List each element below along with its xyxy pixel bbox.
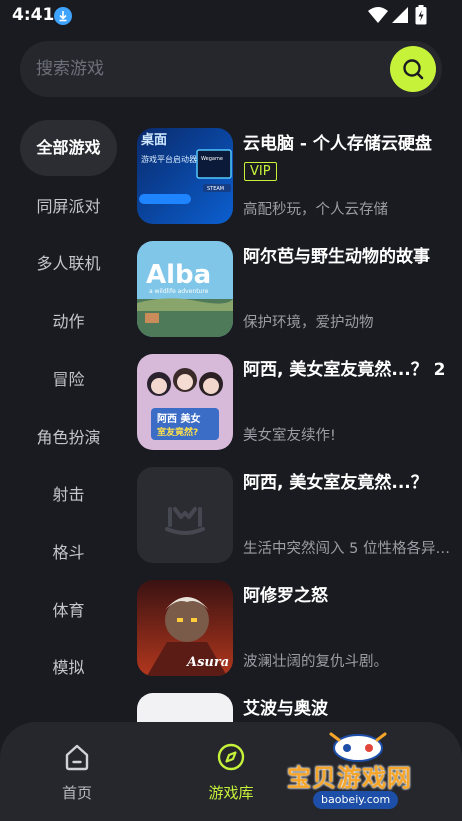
battery-icon — [415, 5, 427, 25]
compass-icon — [217, 743, 245, 771]
category-shooter[interactable]: 射击 — [20, 467, 117, 523]
game-desc: 生活中突然闯入 5 位性格各异的美女室友 — [243, 541, 451, 557]
game-list: 桌面 游戏平台启动器 Wegame STEAM 云电脑 - 个人存储云硬盘 VI… — [136, 128, 462, 728]
game-title: 阿尔芭与野生动物的故事 — [243, 247, 430, 267]
thumb-sub: 游戏平台启动器 — [141, 154, 197, 164]
game-title: 艾波与奥波 — [243, 699, 328, 719]
category-sports[interactable]: 体育 — [20, 583, 117, 639]
download-icon — [54, 7, 72, 25]
watermark-logo: 宝贝游戏网 baobeiy.com — [283, 728, 433, 813]
game-thumbnail: Alba a wildlife adventure — [137, 241, 233, 337]
home-icon — [65, 744, 89, 771]
category-rpg[interactable]: 角色扮演 — [20, 410, 117, 466]
search-button[interactable] — [390, 46, 436, 92]
thumb-steam: STEAM — [207, 186, 224, 192]
signal-icon — [392, 7, 408, 23]
category-list: 全部游戏 同屏派对 多人联机 动作 冒险 角色扮演 射击 格斗 体育 模拟 — [20, 120, 118, 730]
nav-game-library[interactable]: 游戏库 — [191, 742, 271, 803]
thumb-text: Asura — [185, 655, 229, 670]
game-desc: 高配秒玩，个人云存储 — [243, 202, 388, 218]
status-bar: 4:41 — [0, 0, 462, 32]
watermark-url: baobeiy.com — [313, 791, 399, 809]
game-title: 阿西, 美女室友竟然...？ 2 — [243, 360, 446, 380]
game-item[interactable]: 阿西, 美女室友竟然...？ 生活中突然闯入 5 位性格各异的美女室友 — [136, 467, 462, 565]
status-time: 4:41 — [12, 5, 55, 25]
game-desc: 保护环境，爱护动物 — [243, 315, 374, 331]
game-item[interactable]: Asura 阿修罗之怒 波澜壮阔的复仇斗剧。 — [136, 580, 462, 678]
thumb-text: Alba — [146, 260, 211, 290]
category-party[interactable]: 同屏派对 — [20, 179, 117, 235]
thumb-sub: 室友竟然? — [157, 426, 198, 438]
thumb-text: 桌面 — [141, 132, 167, 148]
game-desc: 波澜壮阔的复仇斗剧。 — [243, 654, 388, 670]
category-all-games[interactable]: 全部游戏 — [20, 120, 117, 176]
vip-badge: VIP — [244, 162, 277, 181]
game-item[interactable]: Alba a wildlife adventure 阿尔芭与野生动物的故事 保护… — [136, 241, 462, 339]
game-thumbnail-placeholder — [137, 467, 233, 563]
search-icon — [403, 59, 424, 80]
search-bar — [20, 41, 442, 97]
game-title: 阿西, 美女室友竟然...？ — [243, 473, 428, 493]
category-adventure[interactable]: 冒险 — [20, 352, 117, 408]
nav-home-label: 首页 — [61, 784, 92, 802]
game-desc: 美女室友续作! — [243, 428, 336, 444]
search-input[interactable] — [36, 55, 376, 83]
thumb-brand: Wegame — [201, 156, 223, 162]
category-fighting[interactable]: 格斗 — [20, 525, 117, 581]
category-action[interactable]: 动作 — [20, 294, 117, 350]
nav-game-library-label: 游戏库 — [208, 784, 254, 802]
game-thumbnail: 阿西 美女 室友竟然? — [137, 354, 233, 450]
watermark-text: 宝贝游戏网 — [287, 764, 412, 792]
category-multiplayer[interactable]: 多人联机 — [20, 236, 117, 292]
category-simulation[interactable]: 模拟 — [20, 640, 117, 696]
thumb-text: 阿西 美女 — [157, 412, 200, 425]
thumb-sub: a wildlife adventure — [149, 288, 209, 295]
game-thumbnail: 桌面 游戏平台启动器 Wegame STEAM — [137, 128, 233, 224]
game-title: 阿修罗之怒 — [243, 586, 328, 606]
watermark-mascot-icon — [329, 732, 387, 762]
game-item[interactable]: 桌面 游戏平台启动器 Wegame STEAM 云电脑 - 个人存储云硬盘 VI… — [136, 128, 462, 226]
nav-home[interactable]: 首页 — [37, 742, 117, 803]
game-title: 云电脑 - 个人存储云硬盘 — [243, 134, 432, 154]
game-item[interactable]: 阿西 美女 室友竟然? 阿西, 美女室友竟然...？ 2 美女室友续作! — [136, 354, 462, 452]
game-thumbnail: Asura — [137, 580, 233, 676]
wifi-icon — [368, 7, 388, 23]
